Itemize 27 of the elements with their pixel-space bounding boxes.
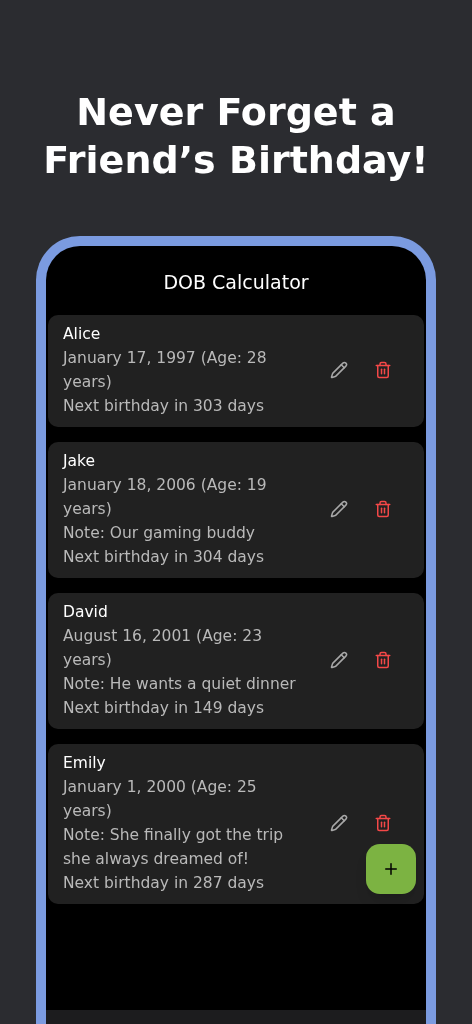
- pencil-icon: [330, 650, 348, 669]
- note-text: Note: She finally got the trip she always dreamed of!: [63, 824, 285, 870]
- note-text: Note: He wants a quiet dinner: [63, 673, 297, 695]
- app-title: DOB Calculator: [163, 270, 309, 295]
- trash-icon: [374, 360, 392, 379]
- friend-name: Emily: [63, 752, 107, 774]
- trash-icon: [374, 650, 392, 669]
- trash-icon: [374, 813, 392, 832]
- next-birthday: Next birthday in 149 days: [63, 697, 266, 719]
- friend-name: David: [63, 601, 109, 623]
- birth-date: January 1, 2000 (Age: 25 years): [63, 776, 258, 822]
- headline: Never Forget a Friend’s Birthday!: [42, 89, 430, 184]
- trash-icon: [374, 499, 392, 518]
- note-text: Note: Our gaming buddy: [63, 522, 256, 544]
- birth-date: January 17, 1997 (Age: 28 years): [63, 347, 268, 393]
- pencil-icon: [330, 499, 348, 518]
- birth-date: August 16, 2001 (Age: 23 years): [63, 625, 264, 671]
- pencil-icon: [330, 360, 348, 379]
- next-birthday: Next birthday in 287 days: [63, 872, 266, 894]
- plus-icon: [382, 860, 400, 878]
- birth-date: January 18, 2006 (Age: 19 years): [63, 474, 268, 520]
- next-birthday: Next birthday in 303 days: [63, 395, 266, 417]
- friend-name: Alice: [63, 323, 102, 345]
- pencil-icon: [330, 813, 348, 832]
- friend-name: Jake: [63, 450, 97, 472]
- add-button[interactable]: [366, 844, 416, 894]
- next-birthday: Next birthday in 304 days: [63, 546, 266, 568]
